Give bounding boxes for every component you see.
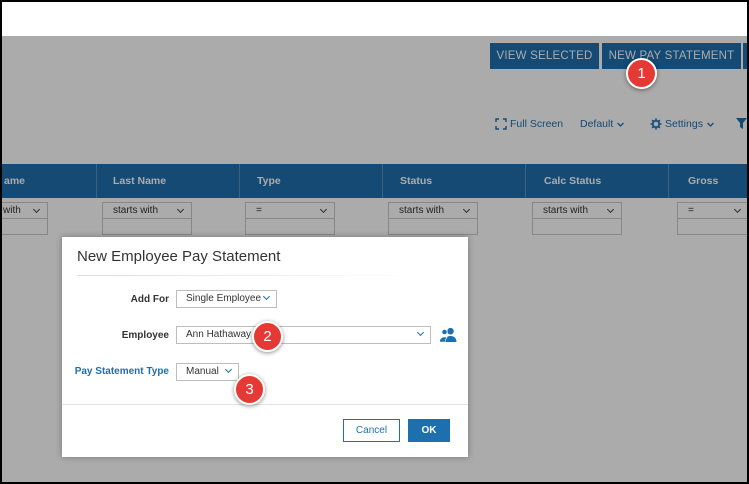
employee-dropdown[interactable]: Ann Hathaway bbox=[176, 326, 431, 344]
step-badge-2: 2 bbox=[252, 321, 283, 352]
pay-statement-type-dropdown[interactable]: Manual bbox=[176, 363, 239, 381]
dialog-title: New Employee Pay Statement bbox=[77, 248, 281, 265]
title-divider bbox=[77, 275, 427, 276]
employee-value: Ann Hathaway bbox=[186, 329, 252, 340]
ok-button[interactable]: OK bbox=[408, 419, 450, 442]
pay-statement-type-value: Manual bbox=[186, 366, 219, 377]
cancel-button[interactable]: Cancel bbox=[343, 419, 400, 442]
employee-label: Employee bbox=[121, 330, 169, 341]
add-for-value: Single Employee bbox=[186, 293, 262, 304]
chevron-down-icon bbox=[262, 292, 271, 301]
add-for-dropdown[interactable]: Single Employee bbox=[176, 290, 277, 308]
add-for-label: Add For bbox=[130, 294, 169, 305]
app-window: VIEW SELECTED NEW PAY STATEMENT Full Scr… bbox=[2, 2, 747, 482]
employee-search-icon[interactable] bbox=[439, 327, 457, 343]
step-badge-1: 1 bbox=[626, 58, 657, 89]
step-badge-3: 3 bbox=[234, 374, 265, 405]
chevron-down-icon bbox=[416, 328, 425, 337]
chevron-down-icon bbox=[224, 365, 233, 374]
footer-divider bbox=[62, 404, 468, 405]
pay-statement-type-label[interactable]: Pay Statement Type bbox=[72, 366, 169, 377]
